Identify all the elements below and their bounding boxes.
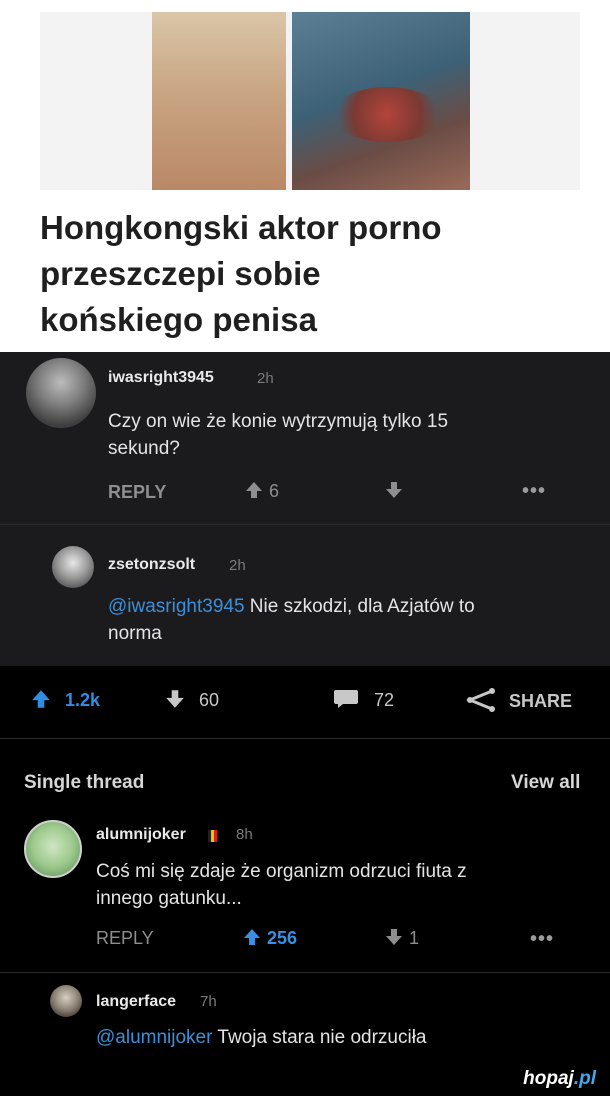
comment-username[interactable]: alumnijoker xyxy=(96,826,186,844)
headline-line: Hongkongski aktor porno xyxy=(40,209,442,246)
arrow-up-icon xyxy=(246,482,262,498)
comment-body: @alumnijoker Twoja stara nie odrzuciła xyxy=(96,1024,427,1051)
post-action-bar: 1.2k 60 72 SHARE xyxy=(0,666,610,739)
arrow-up-icon xyxy=(32,690,50,708)
arrow-down-icon xyxy=(386,929,402,945)
upvote-button[interactable]: 256 xyxy=(242,927,297,949)
view-all-link[interactable]: View all xyxy=(511,772,580,794)
share-icon xyxy=(466,688,495,712)
avatar[interactable] xyxy=(50,985,82,1017)
user-mention-link[interactable]: @iwasright3945 xyxy=(108,596,245,617)
arrow-down-icon xyxy=(386,482,402,498)
upvote-button[interactable]: 6 xyxy=(244,480,279,502)
comment-line: innego gatunku... xyxy=(96,888,242,909)
article-headline: Hongkongski aktor porno przeszczepi sobi… xyxy=(40,205,580,343)
headline-line: końskiego penisa xyxy=(40,301,317,338)
comment-time: 8h xyxy=(236,826,253,843)
article-thumbnail xyxy=(40,12,580,190)
comment-bubble-icon xyxy=(334,690,358,708)
comments-button[interactable]: 72 xyxy=(333,688,394,711)
comment-body: @iwasright3945 Nie szkodzi, dla Azjatów … xyxy=(108,593,475,647)
watermark-brand: hopaj xyxy=(523,1068,574,1089)
comment-username[interactable]: zsetonzsolt xyxy=(108,556,195,574)
headline-line: przeszczepi sobie xyxy=(40,255,321,292)
more-options-icon[interactable]: ••• xyxy=(522,480,546,503)
divider xyxy=(0,972,610,973)
surgery-photo xyxy=(292,12,470,190)
post-upvote-button[interactable]: 1.2k xyxy=(30,688,100,711)
surgery-detail xyxy=(332,87,442,142)
arrow-up-icon xyxy=(244,929,260,945)
more-options-icon[interactable]: ••• xyxy=(530,928,554,951)
avatar[interactable] xyxy=(26,358,96,428)
comment-text: Twoja stara nie odrzuciła xyxy=(212,1027,427,1048)
avatar[interactable] xyxy=(24,820,82,878)
comment-count: 72 xyxy=(374,690,395,710)
comment-body: Czy on wie że konie wytrzymują tylko 15 … xyxy=(108,408,448,462)
user-mention-link[interactable]: @alumnijoker xyxy=(96,1027,212,1048)
reply-button[interactable]: REPLY xyxy=(96,928,154,949)
comment-time: 2h xyxy=(257,370,274,387)
post-downvote-button[interactable]: 60 xyxy=(164,688,219,711)
upvote-count: 256 xyxy=(267,928,298,948)
actor-photo xyxy=(152,12,286,190)
reply-button[interactable]: REPLY xyxy=(108,482,166,503)
comment-body: Coś mi się zdaje że organizm odrzuci fiu… xyxy=(96,858,467,912)
upvote-count: 6 xyxy=(269,481,280,501)
belgium-flag-icon xyxy=(208,829,218,842)
comment-time: 2h xyxy=(229,557,246,574)
comment-line: sekund? xyxy=(108,438,180,459)
downvote-button[interactable] xyxy=(384,480,404,502)
comment-username[interactable]: iwasright3945 xyxy=(108,369,214,387)
watermark-tld: .pl xyxy=(573,1068,596,1089)
watermark-logo: hopaj.pl xyxy=(523,1068,596,1090)
downvote-count: 1 xyxy=(409,928,420,948)
comment-time: 7h xyxy=(200,993,217,1010)
avatar[interactable] xyxy=(52,546,94,588)
comment-text: Nie szkodzi, dla Azjatów to xyxy=(244,596,475,617)
comment-line: Czy on wie że konie wytrzymują tylko 15 xyxy=(108,411,449,432)
share-label: SHARE xyxy=(509,691,573,711)
thread-title: Single thread xyxy=(24,772,145,793)
downvote-count: 60 xyxy=(199,690,220,710)
comment-line: norma xyxy=(108,623,162,644)
comment-username[interactable]: langerface xyxy=(96,993,176,1011)
comment-line: Coś mi się zdaje że organizm odrzuci fiu… xyxy=(96,861,467,882)
share-button[interactable]: SHARE xyxy=(466,688,572,712)
article-preview[interactable]: Hongkongski aktor porno przeszczepi sobi… xyxy=(0,0,610,352)
arrow-down-icon xyxy=(166,690,184,708)
downvote-button[interactable]: 1 xyxy=(384,927,419,949)
upvote-count: 1.2k xyxy=(65,690,101,710)
